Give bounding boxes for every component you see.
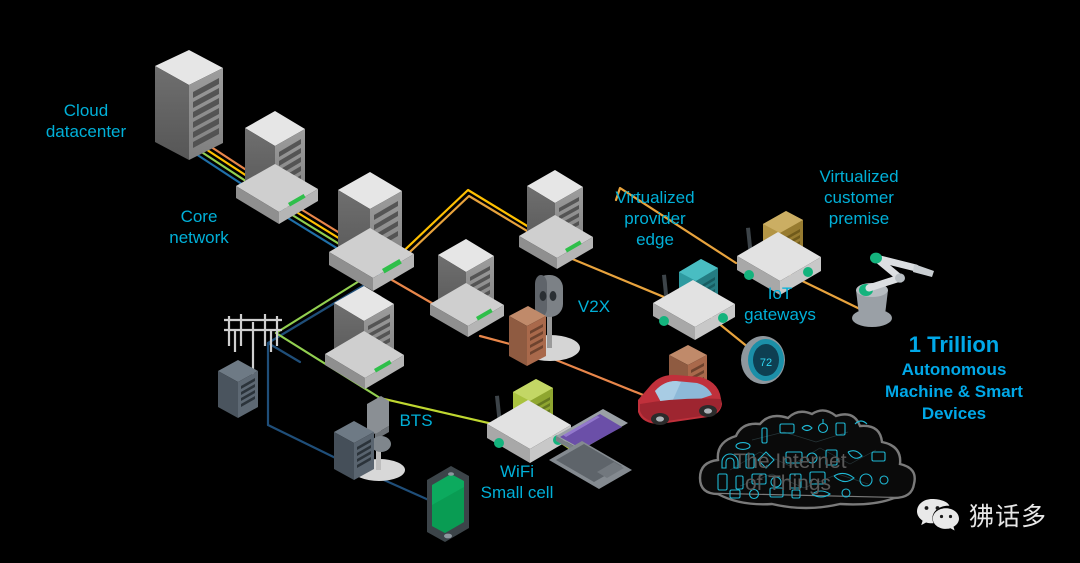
stat-line-3: Machine & Smart	[885, 382, 1023, 401]
iot-cloud-caption-line1: The Internet	[733, 450, 846, 473]
network-architecture-diagram: 72 The Internet of Things Cloud datacent…	[0, 0, 1080, 563]
label-bts: BTS	[399, 411, 433, 430]
industrial-robot-arm	[852, 252, 934, 327]
watermark-text: 狒话多	[969, 503, 1048, 531]
label-cloud-datacenter: Cloud datacenter	[45, 101, 127, 141]
stat-callout-one-trillion: 1 Trillion Autonomous Machine & Smart De…	[862, 331, 1046, 425]
connected-car	[638, 374, 722, 425]
watermark: 狒话多	[916, 496, 1047, 534]
stat-line-4: Devices	[921, 404, 987, 423]
access-rack	[325, 286, 404, 389]
label-core-network: Core network	[169, 207, 229, 247]
iot-cloud-caption-line2: of Things	[745, 472, 831, 495]
label-v2x: V2X	[577, 297, 611, 316]
smart-thermostat: 72	[741, 336, 785, 384]
aggregation-rack	[430, 239, 504, 337]
internet-of-things-cloud: The Internet of Things	[698, 409, 916, 510]
thermostat-reading-text: 72	[760, 357, 772, 369]
label-virtualized-provider-edge: Virtualized provider edge	[615, 188, 695, 249]
label-wifi-small-cell: WiFi Small cell	[480, 462, 554, 502]
label-iot-gateways: IoT gateways	[744, 284, 816, 324]
bts-cabinet	[334, 421, 374, 480]
core-network-rack-2	[329, 172, 414, 291]
label-virtualized-customer-premise: Virtualized customer premise	[819, 167, 899, 228]
wifi-small-cell-gateway	[487, 379, 571, 463]
stat-headline: 1 Trillion	[908, 332, 1000, 357]
tower-base-cabinet	[218, 360, 258, 418]
provider-edge-rack	[519, 170, 593, 269]
cloud-datacenter-rack	[155, 50, 223, 160]
v2x-street-cabinet	[509, 306, 546, 366]
stat-line-2: Autonomous	[901, 360, 1007, 379]
wechat-icon	[917, 499, 959, 531]
